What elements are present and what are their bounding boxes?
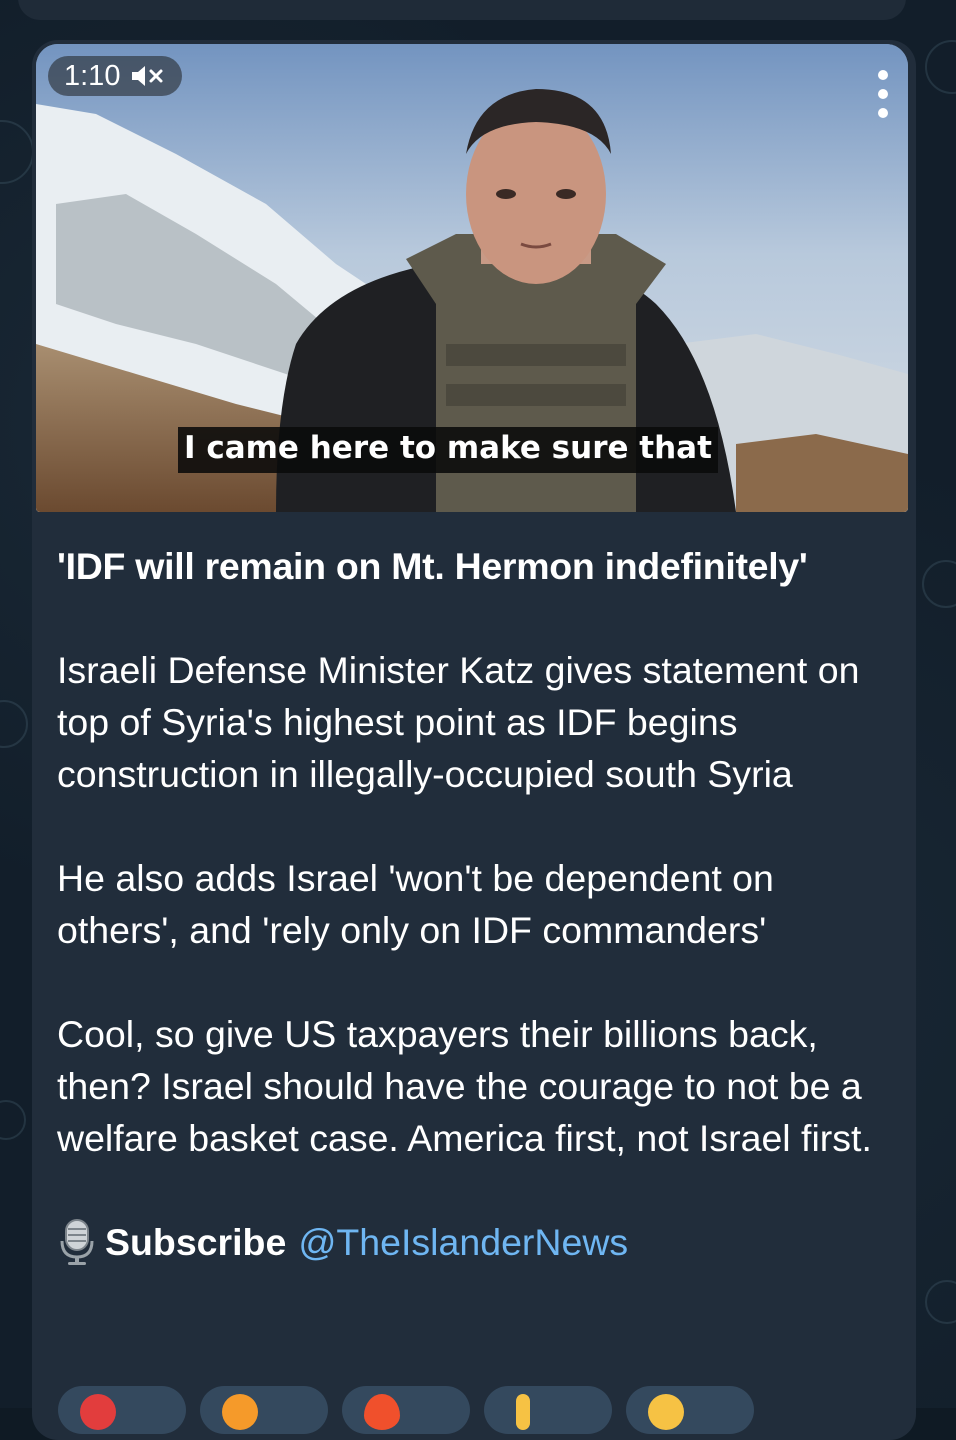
reaction-fire[interactable]	[342, 1386, 470, 1434]
smile-icon	[648, 1394, 684, 1430]
heart-icon	[80, 1394, 116, 1430]
reaction-heart[interactable]	[58, 1386, 186, 1434]
dot	[878, 70, 888, 80]
channel-post-bubble: 1:10 I came here to make sure that 'IDF …	[32, 40, 916, 1440]
fire-icon	[364, 1394, 400, 1430]
background-doodle	[922, 560, 956, 608]
background-doodle	[925, 40, 956, 94]
dot	[878, 89, 888, 99]
post-text: 'IDF will remain on Mt. Hermon indefinit…	[57, 540, 902, 1268]
previous-message-bubble	[18, 0, 906, 20]
microphone-icon	[60, 1219, 94, 1265]
subscribe-line: Subscribe @TheIslanderNews	[57, 1216, 902, 1268]
more-options-icon[interactable]	[874, 70, 892, 118]
post-paragraph: Cool, so give US taxpayers their billion…	[57, 1013, 872, 1159]
muted-speaker-icon[interactable]	[130, 64, 166, 88]
video-subtitle: I came here to make sure that	[178, 427, 718, 473]
video-duration: 1:10	[64, 59, 121, 92]
reaction-thumbs-up[interactable]	[484, 1386, 612, 1434]
thumbs-up-icon	[516, 1394, 530, 1430]
background-doodle	[0, 1100, 26, 1140]
background-doodle	[0, 700, 28, 748]
dot	[878, 108, 888, 118]
video-player[interactable]: 1:10 I came here to make sure that	[36, 44, 908, 512]
channel-handle-link[interactable]: @TheIslanderNews	[298, 1216, 628, 1268]
background-doodle	[925, 1280, 956, 1324]
post-paragraph: Israeli Defense Minister Katz gives stat…	[57, 649, 860, 795]
post-paragraph: He also adds Israel 'won't be dependent …	[57, 857, 774, 951]
video-duration-badge: 1:10	[48, 56, 183, 96]
reaction-face[interactable]	[200, 1386, 328, 1434]
reactions-bar	[58, 1386, 754, 1434]
post-headline: 'IDF will remain on Mt. Hermon indefinit…	[57, 545, 808, 587]
background-doodle	[0, 120, 34, 184]
reaction-smile[interactable]	[626, 1386, 754, 1434]
emoji-face-icon	[222, 1394, 258, 1430]
subscribe-label: Subscribe	[105, 1221, 287, 1263]
